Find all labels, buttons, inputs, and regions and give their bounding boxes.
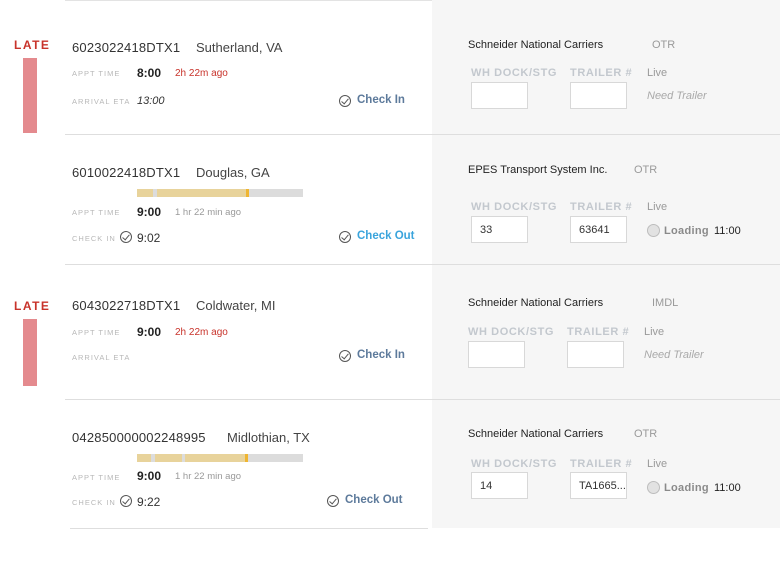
check-in-label: Check In xyxy=(357,349,405,361)
appt-time-label: APPT TIME xyxy=(72,208,121,217)
shipment-row[interactable]: LATE 6043022718DTX1 Coldwater, MI APPT T… xyxy=(0,265,780,400)
check-circle-icon xyxy=(327,495,339,507)
wh-dock-label: WH DOCK/STG xyxy=(471,201,558,213)
appt-elapsed: 1 hr 22 min ago xyxy=(175,471,242,482)
status-dot-icon xyxy=(647,481,660,494)
trailer-label: TRAILER # xyxy=(570,67,633,79)
check-in-button[interactable]: Check In xyxy=(339,94,419,110)
appt-time-value: 8:00 xyxy=(137,66,162,80)
appt-time-label: APPT TIME xyxy=(72,473,121,482)
trailer-input[interactable]: TA1665... xyxy=(570,472,627,499)
live-label: Live xyxy=(647,458,668,470)
trailer-label: TRAILER # xyxy=(570,201,633,213)
live-label: Live xyxy=(644,326,665,338)
check-in-button[interactable]: Check In xyxy=(339,349,419,365)
check-in-label: CHECK IN xyxy=(72,234,116,243)
status-dot-icon xyxy=(647,224,660,237)
carrier-name: EPES Transport System Inc. xyxy=(468,164,608,176)
appt-time-label: APPT TIME xyxy=(72,328,121,337)
trailer-input[interactable] xyxy=(570,82,627,109)
progress-segment xyxy=(185,454,245,462)
shipment-row[interactable]: LATE 6023022418DTX1 Sutherland, VA APPT … xyxy=(0,0,780,135)
carrier-name: Schneider National Carriers xyxy=(468,428,604,440)
transport-mode: OTR xyxy=(634,428,658,440)
need-trailer-status: Need Trailer xyxy=(647,90,707,102)
shipment-row[interactable]: 042850000002248995 Midlothian, TX APPT T… xyxy=(0,400,780,529)
late-elapsed: 2h 22m ago xyxy=(175,68,228,79)
late-indicator-bar xyxy=(23,58,37,133)
shipment-location: Midlothian, TX xyxy=(227,430,310,445)
progress-segment xyxy=(137,454,151,462)
appt-time-label: APPT TIME xyxy=(72,69,121,78)
shipment-id[interactable]: 6043022718DTX1 xyxy=(72,298,180,313)
check-out-button[interactable]: Check Out xyxy=(339,230,419,246)
transport-mode: OTR xyxy=(634,164,658,176)
loading-status: Loading 11:00 xyxy=(647,224,757,240)
transport-mode: IMDL xyxy=(652,297,679,309)
shipment-location: Douglas, GA xyxy=(196,165,270,180)
shipment-id[interactable]: 042850000002248995 xyxy=(72,430,206,445)
trailer-input[interactable]: 63641 xyxy=(570,216,627,243)
shipment-location: Sutherland, VA xyxy=(196,40,283,55)
appt-elapsed: 1 hr 22 min ago xyxy=(175,207,242,218)
appointment-progress-bar xyxy=(137,189,303,197)
check-circle-icon xyxy=(339,231,351,243)
wh-dock-input[interactable]: 33 xyxy=(471,216,528,243)
late-indicator-bar xyxy=(23,319,37,386)
check-in-time: 9:22 xyxy=(137,495,161,509)
check-out-label: Check Out xyxy=(345,494,403,506)
loading-status: Loading 11:00 xyxy=(647,481,757,497)
trailer-label: TRAILER # xyxy=(570,458,633,470)
progress-segment xyxy=(157,189,246,197)
live-label: Live xyxy=(647,201,668,213)
checked-in-icon xyxy=(120,231,132,243)
loading-time: 11:00 xyxy=(714,482,741,494)
appointment-progress-bar xyxy=(137,454,303,462)
carrier-name: Schneider National Carriers xyxy=(468,39,604,51)
wh-dock-label: WH DOCK/STG xyxy=(471,458,558,470)
progress-marker xyxy=(246,189,249,197)
shipment-id[interactable]: 6010022418DTX1 xyxy=(72,165,180,180)
arrival-eta-value: 13:00 xyxy=(137,95,165,107)
wh-dock-input[interactable] xyxy=(468,341,525,368)
progress-marker xyxy=(245,454,248,462)
check-in-label: CHECK IN xyxy=(72,498,116,507)
check-circle-icon xyxy=(339,350,351,362)
appt-time-value: 9:00 xyxy=(137,469,162,483)
wh-dock-label: WH DOCK/STG xyxy=(471,67,558,79)
arrival-eta-label: ARRIVAL ETA xyxy=(72,353,131,362)
progress-segment xyxy=(155,454,182,462)
loading-label: Loading xyxy=(664,225,709,237)
transport-mode: OTR xyxy=(652,39,676,51)
check-circle-icon xyxy=(339,95,351,107)
check-out-button[interactable]: Check Out xyxy=(327,494,407,510)
loading-time: 11:00 xyxy=(714,225,741,237)
trailer-label: TRAILER # xyxy=(567,326,630,338)
wh-dock-label: WH DOCK/STG xyxy=(468,326,555,338)
shipment-id[interactable]: 6023022418DTX1 xyxy=(72,40,180,55)
arrival-eta-label: ARRIVAL ETA xyxy=(72,97,131,106)
row-divider xyxy=(70,528,428,529)
need-trailer-status: Need Trailer xyxy=(644,349,704,361)
checked-in-icon xyxy=(120,495,132,507)
late-elapsed: 2h 22m ago xyxy=(175,327,228,338)
live-label: Live xyxy=(647,67,668,79)
wh-dock-input[interactable] xyxy=(471,82,528,109)
carrier-name: Schneider National Carriers xyxy=(468,297,604,309)
progress-segment xyxy=(137,189,153,197)
shipment-row[interactable]: 6010022418DTX1 Douglas, GA APPT TIME 9:0… xyxy=(0,135,780,265)
late-label: LATE xyxy=(14,38,51,52)
late-label: LATE xyxy=(14,299,51,313)
appt-time-value: 9:00 xyxy=(137,325,162,339)
shipment-location: Coldwater, MI xyxy=(196,298,276,313)
wh-dock-input[interactable]: 14 xyxy=(471,472,528,499)
check-out-label: Check Out xyxy=(357,230,415,242)
check-in-label: Check In xyxy=(357,94,405,106)
trailer-input[interactable] xyxy=(567,341,624,368)
loading-label: Loading xyxy=(664,482,709,494)
appt-time-value: 9:00 xyxy=(137,205,162,219)
check-in-time: 9:02 xyxy=(137,231,161,245)
